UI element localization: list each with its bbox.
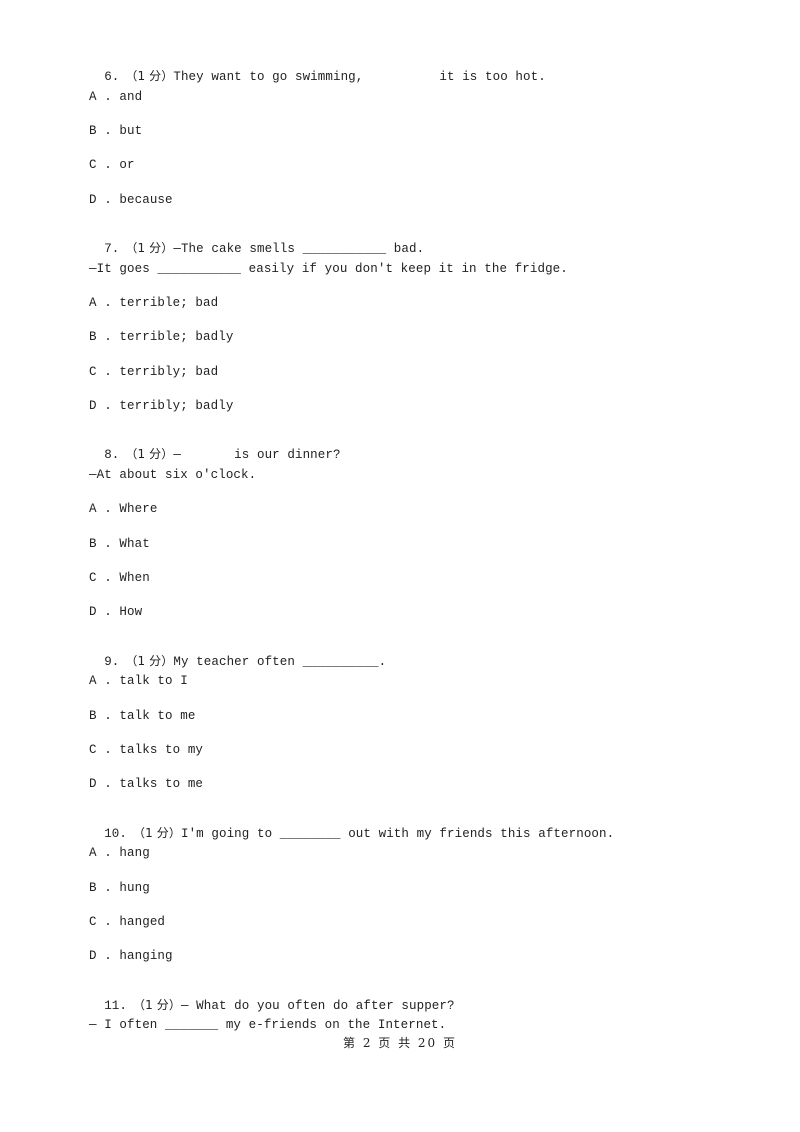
option-letter: D . — [89, 193, 112, 207]
question-text: I'm going to ________ out with my friend… — [180, 827, 615, 841]
question-score: （1 分） — [125, 654, 174, 668]
question-6-stem: 6. （1 分）They want to go swimming, it is t… — [89, 52, 546, 85]
option-letter: A . — [89, 846, 112, 860]
option-c: C . or — [89, 157, 135, 173]
option-letter: B . — [89, 881, 112, 895]
question-number: 8. — [104, 448, 120, 462]
question-9-stem: 9. （1 分）My teacher often __________. — [89, 637, 386, 670]
question-score: （1 分） — [125, 69, 174, 83]
option-text: terrible; badly — [119, 330, 234, 344]
option-text: How — [119, 605, 143, 619]
option-c: C . terribly; bad — [89, 364, 218, 380]
option-letter: C . — [89, 743, 112, 757]
option-text: What — [119, 537, 150, 551]
option-letter: A . — [89, 296, 112, 310]
question-11-stem-2: — I often _______ my e-friends on the In… — [89, 1018, 447, 1032]
option-text: hang — [119, 846, 150, 860]
option-letter: D . — [89, 777, 112, 791]
option-text: and — [119, 90, 143, 104]
option-letter: C . — [89, 571, 112, 585]
question-number: 10. — [104, 827, 128, 841]
option-letter: A . — [89, 90, 112, 104]
option-text: talks to my — [119, 743, 204, 757]
option-d: D . terribly; badly — [89, 398, 233, 414]
option-text: hanging — [119, 949, 173, 963]
option-a: A . terrible; bad — [89, 295, 218, 311]
option-text: When — [119, 571, 150, 585]
option-b: B . What — [89, 536, 150, 552]
option-text: or — [119, 158, 135, 172]
question-11-stem: 11. （1 分）— What do you often do after sup… — [89, 981, 455, 1014]
option-text: hanged — [119, 915, 166, 929]
question-number: 6. — [104, 70, 120, 84]
question-text: They want to go swimming, it is too hot. — [173, 70, 546, 84]
option-letter: B . — [89, 537, 112, 551]
option-letter: A . — [89, 502, 112, 516]
option-letter: B . — [89, 330, 112, 344]
option-text: Where — [119, 502, 158, 516]
question-text: — What do you often do after supper? — [180, 999, 455, 1013]
question-score: （1 分） — [125, 447, 174, 461]
question-8-stem-2: —At about six o'clock. — [89, 468, 257, 482]
option-c: C . talks to my — [89, 742, 203, 758]
option-letter: D . — [89, 399, 112, 413]
question-10-stem: 10. （1 分）I'm going to ________ out with m… — [89, 809, 614, 842]
option-letter: C . — [89, 365, 112, 379]
question-score: （1 分） — [125, 241, 174, 255]
option-text: hung — [119, 881, 150, 895]
option-letter: C . — [89, 158, 112, 172]
option-a: A . hang — [89, 845, 150, 861]
option-a: A . and — [89, 89, 142, 105]
question-text: My teacher often __________. — [173, 655, 387, 669]
option-d: D . hanging — [89, 948, 173, 964]
option-c: C . When — [89, 570, 150, 586]
question-number: 7. — [104, 242, 120, 256]
option-letter: A . — [89, 674, 112, 688]
option-b: B . but — [89, 123, 142, 139]
question-7-stem: 7. （1 分）—The cake smells ___________ bad. — [89, 224, 424, 257]
option-text: because — [119, 193, 173, 207]
option-b: B . talk to me — [89, 708, 195, 724]
option-letter: C . — [89, 915, 112, 929]
option-c: C . hanged — [89, 914, 165, 930]
option-text: talk to me — [119, 709, 196, 723]
option-d: D . because — [89, 192, 173, 208]
option-text: terribly; bad — [119, 365, 219, 379]
question-number: 11. — [104, 999, 128, 1013]
page-number-footer: 第 2 页 共 20 页 — [343, 1036, 457, 1050]
question-text: — is our dinner? — [173, 448, 341, 462]
option-text: terribly; badly — [119, 399, 234, 413]
question-score: （1 分） — [133, 998, 181, 1012]
option-d: D . talks to me — [89, 776, 203, 792]
option-a: A . talk to I — [89, 673, 188, 689]
option-letter: B . — [89, 124, 112, 138]
question-7-stem-2: —It goes ___________ easily if you don't… — [89, 262, 568, 276]
option-d: D . How — [89, 604, 142, 620]
question-text: —The cake smells ___________ bad. — [173, 242, 425, 256]
option-letter: B . — [89, 709, 112, 723]
question-number: 9. — [104, 655, 120, 669]
option-a: A . Where — [89, 501, 157, 517]
option-text: terrible; bad — [119, 296, 219, 310]
option-text: talks to me — [119, 777, 204, 791]
option-letter: D . — [89, 949, 112, 963]
option-letter: D . — [89, 605, 112, 619]
option-text: talk to I — [119, 674, 188, 688]
question-score: （1 分） — [133, 826, 181, 840]
option-text: but — [119, 124, 143, 138]
option-b: B . terrible; badly — [89, 329, 233, 345]
option-b: B . hung — [89, 880, 150, 896]
question-8-stem: 8. （1 分）— is our dinner? — [89, 430, 341, 463]
